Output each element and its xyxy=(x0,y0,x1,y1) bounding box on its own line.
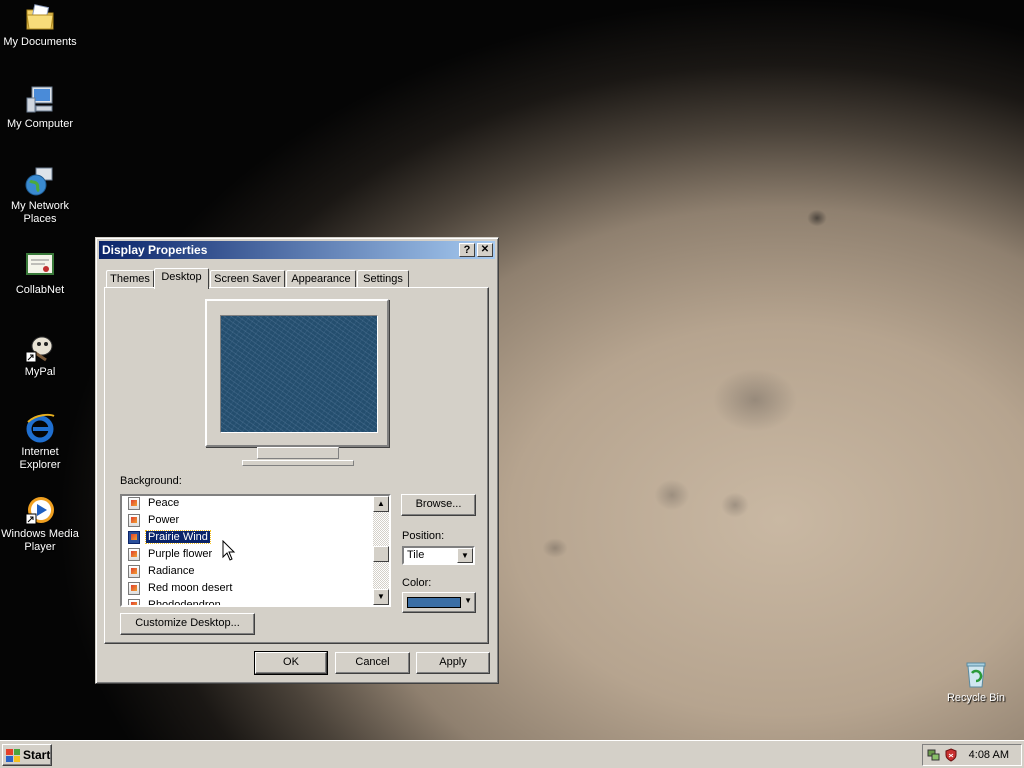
certificate-icon xyxy=(24,250,56,282)
list-item[interactable]: Rhododendron xyxy=(122,597,375,605)
dialog-titlebar[interactable]: Display Properties ? ✕ xyxy=(99,241,495,259)
mypal-shortcut-icon xyxy=(24,332,56,364)
color-swatch xyxy=(407,597,461,608)
listbox-scrollbar[interactable]: ▲ ▼ xyxy=(373,496,389,605)
system-tray: 4:08 AM xyxy=(922,744,1022,766)
tab-settings[interactable]: Settings xyxy=(357,270,409,288)
monitor-preview xyxy=(205,299,389,447)
ok-button[interactable]: OK xyxy=(254,651,328,675)
bitmap-file-icon xyxy=(128,548,140,561)
position-label: Position: xyxy=(402,530,445,542)
desktop-icon-my-network-places[interactable]: My Network Places xyxy=(0,166,80,226)
desktop-icon-label: My Computer xyxy=(6,118,74,130)
media-player-icon xyxy=(24,494,56,526)
computer-icon xyxy=(24,84,56,116)
start-button[interactable]: Start xyxy=(2,744,52,766)
security-shield-tray-icon[interactable] xyxy=(944,748,958,762)
desktop-icon-label: CollabNet xyxy=(15,284,65,296)
desktop-icon-mypal[interactable]: MyPal xyxy=(0,332,80,379)
chevron-down-icon[interactable]: ▼ xyxy=(457,548,473,563)
position-select[interactable]: Tile ▼ xyxy=(402,546,475,565)
chevron-down-icon: ▼ xyxy=(464,596,472,605)
taskbar: Start 4:08 AM xyxy=(0,740,1024,768)
list-item[interactable]: Red moon desert xyxy=(122,580,375,597)
customize-desktop-button[interactable]: Customize Desktop... xyxy=(120,613,255,635)
monitor-stand-base xyxy=(242,460,354,466)
bitmap-file-icon xyxy=(128,599,140,605)
scroll-up-arrow-icon[interactable]: ▲ xyxy=(373,496,389,512)
apply-button[interactable]: Apply xyxy=(416,652,490,674)
desktop-icon-collabnet[interactable]: CollabNet xyxy=(0,250,80,297)
desktop-icon-label: Internet Explorer xyxy=(19,446,61,471)
desktop-icon-internet-explorer[interactable]: Internet Explorer xyxy=(0,412,80,472)
bitmap-file-icon xyxy=(128,565,140,578)
position-value: Tile xyxy=(407,549,425,561)
network-tray-icon[interactable] xyxy=(927,748,941,762)
desktop-icon-label: Recycle Bin xyxy=(946,692,1006,704)
browse-button[interactable]: Browse... xyxy=(401,494,476,516)
list-item-selected[interactable]: Prairie Wind xyxy=(122,529,375,546)
folder-documents-icon xyxy=(24,2,56,34)
start-label: Start xyxy=(23,748,51,762)
desktop-icon-label: MyPal xyxy=(24,366,56,378)
desktop-icon-label: My Documents xyxy=(3,36,77,48)
cancel-button[interactable]: Cancel xyxy=(335,652,410,674)
wallpaper-preview xyxy=(220,315,378,433)
mouse-cursor-icon xyxy=(222,539,236,565)
background-listbox[interactable]: Peace Power Prairie Wind Purple flower R… xyxy=(120,494,391,607)
internet-explorer-icon xyxy=(24,412,56,444)
tab-themes[interactable]: Themes xyxy=(106,270,154,288)
desktop-icon-my-computer[interactable]: My Computer xyxy=(0,84,80,131)
bitmap-file-icon xyxy=(128,582,140,595)
list-item[interactable]: Radiance xyxy=(122,563,375,580)
scroll-down-arrow-icon[interactable]: ▼ xyxy=(373,589,389,605)
scroll-thumb[interactable] xyxy=(373,546,389,562)
display-properties-dialog: Display Properties ? ✕ Themes Desktop Sc… xyxy=(95,237,499,684)
bitmap-file-icon xyxy=(128,497,140,510)
bitmap-file-icon xyxy=(128,514,140,527)
monitor-stand-neck xyxy=(257,447,339,459)
clock[interactable]: 4:08 AM xyxy=(969,749,1009,761)
desktop-icon-my-documents[interactable]: My Documents xyxy=(0,2,80,49)
tab-desktop[interactable]: Desktop xyxy=(154,268,209,289)
list-item[interactable]: Purple flower xyxy=(122,546,375,563)
color-picker-button[interactable]: ▼ xyxy=(402,592,476,613)
dialog-title: Display Properties xyxy=(102,243,208,257)
desktop-icon-recycle-bin[interactable]: Recycle Bin xyxy=(936,658,1016,705)
bitmap-file-icon xyxy=(128,531,140,544)
tab-appearance[interactable]: Appearance xyxy=(286,270,356,288)
background-label: Background: xyxy=(120,475,182,487)
recycle-bin-icon xyxy=(960,658,992,690)
network-globe-icon xyxy=(24,166,56,198)
desktop-icon-windows-media-player[interactable]: Windows Media Player xyxy=(0,494,80,554)
list-item[interactable]: Power xyxy=(122,512,375,529)
tab-screen-saver[interactable]: Screen Saver xyxy=(210,270,285,288)
windows-logo-icon xyxy=(6,748,20,762)
desktop-icon-label: Windows Media Player xyxy=(1,528,79,553)
list-item[interactable]: Peace xyxy=(122,496,375,512)
help-button[interactable]: ? xyxy=(459,243,475,257)
color-label: Color: xyxy=(402,577,432,589)
close-button[interactable]: ✕ xyxy=(477,243,493,257)
desktop-icon-label: My Network Places xyxy=(10,200,70,225)
